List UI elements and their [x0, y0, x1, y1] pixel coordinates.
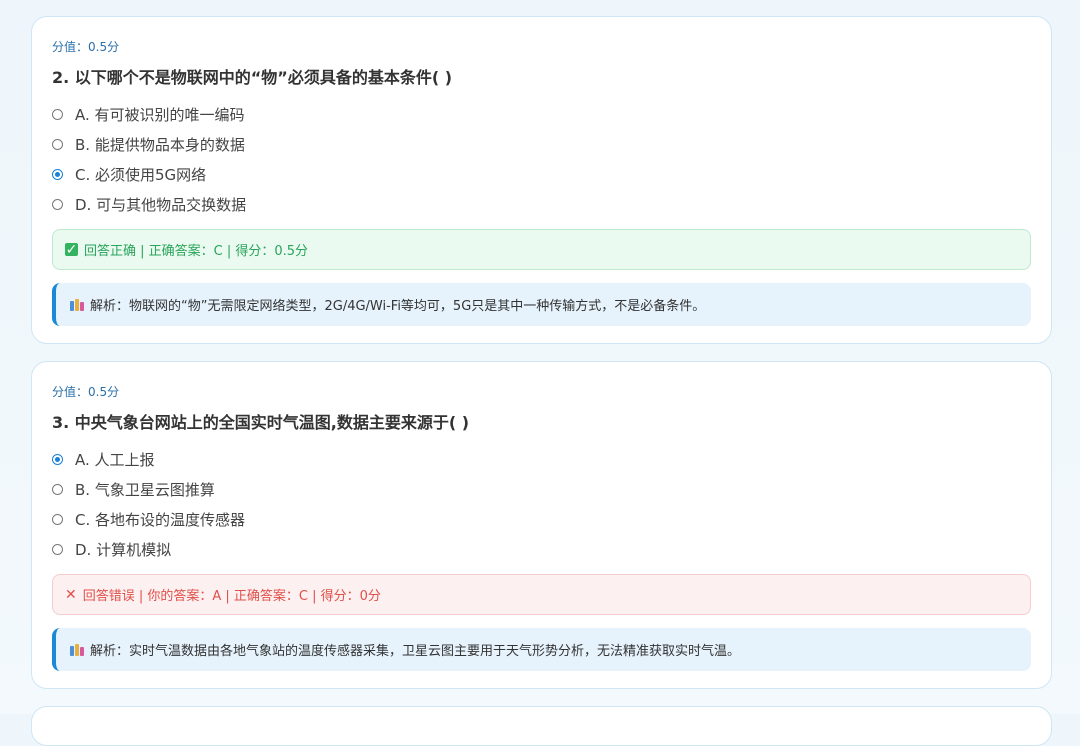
check-icon: ✓ [65, 241, 78, 258]
radio-button[interactable] [52, 543, 63, 555]
explanation-box: 解析：物联网的“物”无需限定网络类型，2G/4G/Wi-Fi等均可，5G只是其中… [52, 283, 1031, 326]
radio-button[interactable] [52, 483, 63, 495]
result-banner-correct: ✓ 回答正确 | 正确答案：C | 得分：0.5分 [52, 229, 1031, 270]
explanation-box: 解析：实时气温数据由各地气象站的温度传感器采集，卫星云图主要用于天气形势分析，无… [52, 628, 1031, 671]
option-a[interactable]: A. 有可被识别的唯一编码 [52, 99, 1031, 129]
option-list: A. 人工上报 B. 气象卫星云图推算 C. 各地布设的温度传感器 D. 计算机… [52, 444, 1031, 564]
option-label: A. 人工上报 [75, 450, 155, 469]
option-label: B. 气象卫星云图推算 [75, 480, 215, 499]
books-icon [70, 298, 84, 311]
option-d[interactable]: D. 可与其他物品交换数据 [52, 189, 1031, 219]
option-a[interactable]: A. 人工上报 [52, 444, 1031, 474]
option-label: D. 计算机模拟 [75, 540, 172, 559]
question-card-2: 分值：0.5分 2. 以下哪个不是物联网中的“物”必须具备的基本条件( ) A.… [31, 16, 1052, 344]
option-d[interactable]: D. 计算机模拟 [52, 534, 1031, 564]
option-label: D. 可与其他物品交换数据 [75, 195, 247, 214]
option-b[interactable]: B. 能提供物品本身的数据 [52, 129, 1031, 159]
option-c[interactable]: C. 必须使用5G网络 [52, 159, 1031, 189]
option-label: B. 能提供物品本身的数据 [75, 135, 245, 154]
option-list: A. 有可被识别的唯一编码 B. 能提供物品本身的数据 C. 必须使用5G网络 … [52, 99, 1031, 219]
radio-button[interactable] [52, 108, 63, 120]
radio-button-selected[interactable] [52, 453, 63, 465]
result-banner-wrong: ✕ 回答错误 | 你的答案：A | 正确答案：C | 得分：0分 [52, 574, 1031, 615]
option-label: C. 各地布设的温度传感器 [75, 510, 246, 529]
question-score: 分值：0.5分 [52, 40, 120, 54]
option-b[interactable]: B. 气象卫星云图推算 [52, 474, 1031, 504]
explanation-text: 解析：实时气温数据由各地气象站的温度传感器采集，卫星云图主要用于天气形势分析，无… [90, 644, 741, 659]
question-score: 分值：0.5分 [52, 385, 120, 399]
books-icon [70, 643, 84, 656]
question-title: 2. 以下哪个不是物联网中的“物”必须具备的基本条件( ) [52, 68, 453, 87]
result-text: 回答正确 | 正确答案：C | 得分：0.5分 [84, 244, 309, 259]
cross-icon: ✕ [65, 586, 77, 603]
radio-button-selected[interactable] [52, 168, 63, 180]
radio-button[interactable] [52, 198, 63, 210]
question-card-3: 分值：0.5分 3. 中央气象台网站上的全国实时气温图,数据主要来源于( ) A… [31, 361, 1052, 689]
result-text: 回答错误 | 你的答案：A | 正确答案：C | 得分：0分 [82, 589, 381, 604]
question-title: 3. 中央气象台网站上的全国实时气温图,数据主要来源于( ) [52, 413, 470, 432]
question-card-next [31, 706, 1052, 746]
option-c[interactable]: C. 各地布设的温度传感器 [52, 504, 1031, 534]
option-label: A. 有可被识别的唯一编码 [75, 105, 245, 124]
explanation-text: 解析：物联网的“物”无需限定网络类型，2G/4G/Wi-Fi等均可，5G只是其中… [90, 299, 706, 314]
option-label: C. 必须使用5G网络 [75, 165, 207, 184]
radio-button[interactable] [52, 138, 63, 150]
radio-button[interactable] [52, 513, 63, 525]
